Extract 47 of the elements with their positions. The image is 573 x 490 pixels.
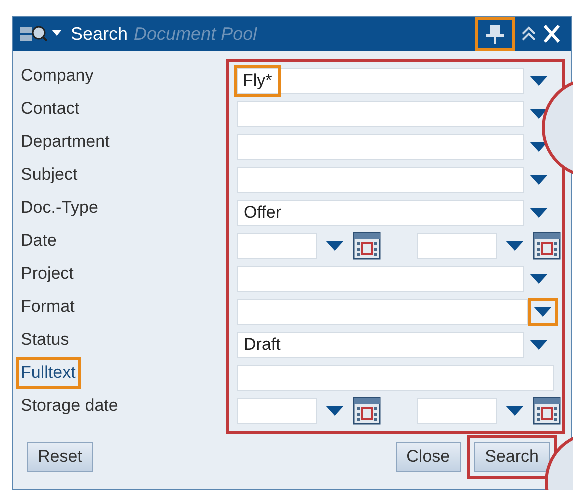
field-label: Date (21, 230, 57, 252)
field-label: Storage date (21, 394, 118, 417)
collapse-icon[interactable] (521, 25, 537, 43)
dropdown-arrow-icon[interactable] (529, 206, 549, 218)
combo-field[interactable] (237, 100, 524, 126)
combo-field[interactable]: Offer (237, 200, 524, 226)
highlight-frame: Fly* (234, 64, 282, 96)
calendar-icon[interactable] (533, 396, 561, 424)
date-field[interactable] (417, 232, 497, 258)
dialog-button[interactable]: Close (396, 442, 462, 472)
dropdown-arrow-icon[interactable] (533, 306, 553, 318)
calendar-icon[interactable] (533, 232, 561, 260)
close-icon[interactable] (543, 24, 561, 44)
combo-field[interactable] (237, 166, 524, 192)
field-label: Subject (21, 164, 78, 186)
combo-field[interactable] (237, 134, 524, 160)
combo-field[interactable]: Draft (237, 332, 524, 358)
dropdown-arrow-icon[interactable] (529, 74, 549, 86)
dropdown-arrow-icon[interactable] (529, 338, 549, 350)
date-field[interactable] (417, 398, 497, 424)
field-label: Company (21, 64, 94, 87)
dropdown-arrow-icon[interactable] (505, 404, 525, 416)
window-subtitle: Document Pool (134, 22, 258, 46)
date-field[interactable] (237, 232, 317, 258)
dropdown-arrow-icon[interactable] (529, 174, 549, 186)
dropdown-arrow-icon[interactable] (505, 240, 525, 252)
field-label: Project (21, 262, 74, 285)
field-label: Department (21, 130, 110, 153)
calendar-icon[interactable] (353, 232, 381, 260)
search-menu-icon[interactable] (19, 24, 65, 44)
dropdown-arrow-icon[interactable] (325, 240, 345, 252)
field-label: Doc.-Type (21, 196, 98, 219)
field-label: Format (21, 296, 75, 318)
calendar-icon[interactable] (353, 396, 381, 424)
dropdown-arrow-icon[interactable] (325, 404, 345, 416)
field-label: Contact (21, 98, 80, 120)
dialog-button[interactable]: Reset (27, 442, 94, 472)
date-field[interactable] (237, 398, 317, 424)
combo-field[interactable] (237, 266, 524, 292)
input-field[interactable] (237, 364, 554, 390)
window-title: Search (71, 22, 128, 46)
field-label: Status (21, 328, 70, 351)
dropdown-arrow-icon[interactable] (529, 272, 549, 284)
pin-icon[interactable] (484, 23, 506, 45)
dialog-button[interactable]: Search (474, 442, 550, 472)
combo-field[interactable] (237, 298, 528, 324)
field-label: Fulltext (21, 362, 76, 382)
